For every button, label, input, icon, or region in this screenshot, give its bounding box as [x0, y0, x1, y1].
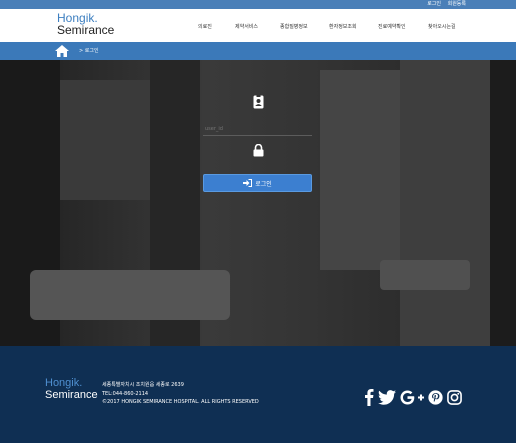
user-id-icon — [253, 95, 263, 109]
footer: Hongik. Semirance 세종특별자치시 조치원읍 세종로 2639 … — [0, 346, 516, 443]
top-links: 로그인 회원등록 — [422, 1, 466, 8]
footer-logo-line1: Hongik. — [45, 377, 83, 389]
login-form: 로그인 — [203, 95, 313, 192]
nav-item-reservation[interactable]: 진료예약확인 — [378, 23, 406, 30]
header: Hongik. Semirance 의료진 제약서비스 종합질병정보 환자정보조… — [0, 9, 516, 42]
logo[interactable]: Hongik. Semirance — [57, 12, 114, 37]
nav-item-patient-info[interactable]: 환자정보조회 — [329, 23, 357, 30]
footer-info: 세종특별자치시 조치원읍 세종로 2639 TEL:044-860-2114 ©… — [102, 381, 259, 407]
instagram-icon[interactable] — [447, 389, 462, 405]
logo-line2: Semirance — [57, 23, 115, 37]
sign-in-icon — [243, 179, 253, 187]
footer-tel: TEL:044-860-2114 — [102, 390, 149, 397]
facebook-icon[interactable] — [364, 388, 374, 406]
login-button[interactable]: 로그인 — [203, 174, 312, 192]
google-plus-icon[interactable] — [400, 390, 424, 405]
social-links — [364, 388, 462, 406]
top-bar: 로그인 회원등록 — [0, 0, 516, 9]
lock-icon — [253, 144, 263, 157]
nav-item-directions[interactable]: 찾아오시는길 — [428, 23, 456, 30]
footer-logo-line2: Semirance — [45, 389, 98, 401]
footer-address: 세종특별자치시 조치원읍 세종로 2639 — [102, 382, 184, 388]
twitter-icon[interactable] — [378, 389, 396, 405]
nav-item-doctors[interactable]: 의료진 — [198, 23, 212, 30]
login-button-label: 로그인 — [255, 180, 272, 188]
pinterest-icon[interactable] — [428, 389, 443, 405]
breadcrumb: > 로그인 — [79, 48, 99, 54]
login-link[interactable]: 로그인 — [427, 1, 441, 7]
user-id-input[interactable] — [203, 123, 312, 136]
home-icon[interactable] — [54, 44, 70, 58]
nav-item-pharmacy[interactable]: 제약서비스 — [235, 23, 258, 30]
signup-link[interactable]: 회원등록 — [448, 1, 466, 7]
nav-item-disease-info[interactable]: 종합질병정보 — [280, 23, 308, 30]
footer-copyright: ©2017 HONGIK SEMIRANCE HOSPITAL. ALL RIG… — [102, 399, 259, 405]
breadcrumb-bar: > 로그인 — [0, 42, 516, 60]
footer-logo: Hongik. Semirance — [45, 377, 98, 402]
